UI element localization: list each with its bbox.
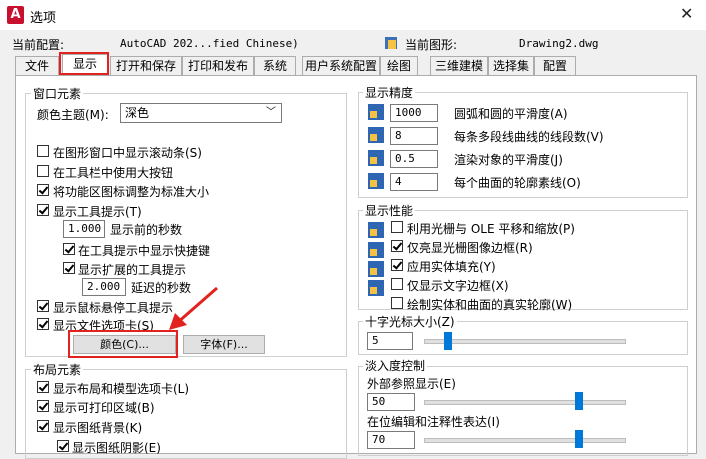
raster-ole-label: 利用光栅与 OLE 平移和缩放(P) bbox=[407, 222, 575, 236]
contour-lines-input[interactable]: 4 bbox=[390, 173, 438, 191]
current-profile-label: 当前配置: bbox=[12, 38, 65, 52]
text-frame-icon bbox=[368, 280, 384, 296]
large-buttons-label: 在工具栏中使用大按钮 bbox=[53, 166, 174, 180]
display-performance-title: 显示性能 bbox=[363, 202, 416, 219]
solid-fill-checkbox[interactable] bbox=[391, 259, 403, 271]
xref-fade-slider-track[interactable] bbox=[424, 400, 626, 405]
large-buttons-checkbox[interactable] bbox=[37, 165, 49, 177]
tab-plot-publish[interactable]: 打印和发布 bbox=[182, 56, 254, 75]
raster-ole-checkbox[interactable] bbox=[391, 221, 403, 233]
paper-background-label: 显示图纸背景(K) bbox=[53, 421, 143, 435]
tab-profiles[interactable]: 配置 bbox=[534, 56, 576, 75]
xref-fade-label: 外部参照显示(E) bbox=[367, 377, 456, 391]
raster-frame-icon bbox=[368, 242, 384, 258]
inplace-fade-slider-thumb[interactable] bbox=[575, 430, 583, 448]
current-profile-value: AutoCAD 202...fied Chinese) bbox=[120, 37, 299, 50]
inplace-fade-input[interactable]: 70 bbox=[367, 431, 415, 449]
printable-area-label: 显示可打印区域(B) bbox=[53, 401, 155, 415]
color-theme-label: 颜色主题(M): bbox=[37, 108, 109, 122]
ribbon-icons-label: 将功能区图标调整为标准大小 bbox=[53, 185, 210, 199]
contour-lines-label: 每个曲面的轮廓素线(O) bbox=[454, 176, 581, 190]
paper-shadow-label: 显示图纸阴影(E) bbox=[72, 441, 161, 455]
inplace-fade-label: 在位编辑和注释性表达(I) bbox=[367, 415, 500, 429]
polyline-segments-icon bbox=[368, 127, 384, 143]
true-silhouette-label: 绘制实体和曲面的真实轮廓(W) bbox=[407, 298, 573, 312]
arc-smoothness-label: 圆弧和圆的平滑度(A) bbox=[454, 107, 568, 121]
tooltips-label: 显示工具提示(T) bbox=[53, 205, 142, 219]
rollover-tooltips-checkbox[interactable] bbox=[37, 300, 49, 312]
tab-3d-modeling[interactable]: 三维建模 bbox=[430, 56, 488, 75]
extended-delay-input[interactable]: 2.000 bbox=[82, 278, 126, 296]
arc-smoothness-input[interactable]: 1000 bbox=[390, 104, 438, 122]
file-tabs-checkbox[interactable] bbox=[37, 318, 49, 330]
render-smoothness-icon bbox=[368, 150, 384, 166]
contour-lines-icon bbox=[368, 173, 384, 189]
text-frame-label: 仅显示文字边框(X) bbox=[407, 279, 509, 293]
polyline-segments-label: 每条多段线曲线的线段数(V) bbox=[454, 130, 604, 144]
display-resolution-title: 显示精度 bbox=[363, 84, 416, 101]
chevron-down-icon: ﹀ bbox=[266, 107, 276, 118]
polyline-segments-input[interactable]: 8 bbox=[390, 127, 438, 145]
tab-files[interactable]: 文件 bbox=[15, 56, 59, 75]
extended-tooltips-checkbox[interactable] bbox=[63, 262, 75, 274]
tab-open-save[interactable]: 打开和保存 bbox=[110, 56, 182, 75]
colors-button-highlight bbox=[68, 330, 178, 358]
crosshair-slider-thumb[interactable] bbox=[444, 332, 452, 350]
inplace-fade-slider-track[interactable] bbox=[424, 438, 626, 443]
paper-shadow-checkbox[interactable] bbox=[57, 440, 69, 452]
solid-fill-icon bbox=[368, 261, 384, 277]
scrollbars-checkbox[interactable] bbox=[37, 145, 49, 157]
window-title: 选项 bbox=[30, 11, 57, 26]
solid-fill-label: 应用实体填充(Y) bbox=[407, 260, 496, 274]
text-frame-checkbox[interactable] bbox=[391, 278, 403, 290]
autocad-logo-icon: A bbox=[7, 6, 24, 24]
tooltip-delay-input[interactable]: 1.000 bbox=[63, 220, 105, 238]
tab-system[interactable]: 系统 bbox=[254, 56, 296, 75]
layout-model-tabs-label: 显示布局和模型选项卡(L) bbox=[53, 382, 190, 396]
raster-frame-label: 仅亮显光栅图像边框(R) bbox=[407, 241, 533, 255]
extended-tooltips-label: 显示扩展的工具提示 bbox=[78, 263, 187, 277]
title-bar bbox=[0, 0, 706, 30]
layout-model-tabs-checkbox[interactable] bbox=[37, 381, 49, 393]
xref-fade-input[interactable]: 50 bbox=[367, 393, 415, 411]
ribbon-icons-checkbox[interactable] bbox=[37, 184, 49, 196]
shortcut-keys-checkbox[interactable] bbox=[63, 243, 75, 255]
true-silhouette-checkbox[interactable] bbox=[391, 297, 403, 309]
raster-ole-icon bbox=[368, 222, 384, 238]
rollover-tooltips-label: 显示鼠标悬停工具提示 bbox=[53, 301, 174, 315]
paper-background-checkbox[interactable] bbox=[37, 420, 49, 432]
color-theme-value: 深色 bbox=[125, 106, 150, 120]
annotation-arrow-icon bbox=[169, 286, 218, 330]
current-drawing-value: Drawing2.dwg bbox=[519, 37, 599, 50]
tooltip-delay-label: 显示前的秒数 bbox=[110, 223, 183, 237]
printable-area-checkbox[interactable] bbox=[37, 400, 49, 412]
close-icon[interactable]: ✕ bbox=[680, 4, 693, 23]
fade-control-title: 淡入度控制 bbox=[363, 357, 428, 374]
crosshair-size-input[interactable]: 5 bbox=[367, 332, 413, 350]
arc-smoothness-icon bbox=[368, 104, 384, 120]
xref-fade-slider-thumb[interactable] bbox=[575, 392, 583, 410]
render-smoothness-input[interactable]: 0.5 bbox=[390, 150, 438, 168]
tooltips-checkbox[interactable] bbox=[37, 204, 49, 216]
layout-elements-title: 布局元素 bbox=[31, 361, 84, 378]
raster-frame-checkbox[interactable] bbox=[391, 240, 403, 252]
tab-highlight-box bbox=[59, 52, 109, 75]
render-smoothness-label: 渲染对象的平滑度(J) bbox=[454, 153, 563, 167]
tab-user-preferences[interactable]: 用户系统配置 bbox=[302, 56, 380, 75]
shortcut-keys-label: 在工具提示中显示快捷键 bbox=[78, 244, 211, 258]
window-elements-title: 窗口元素 bbox=[31, 85, 84, 102]
tab-selection[interactable]: 选择集 bbox=[488, 56, 534, 75]
drawing-file-icon bbox=[385, 37, 397, 49]
current-drawing-label: 当前图形: bbox=[405, 38, 458, 52]
crosshair-slider-track[interactable] bbox=[424, 339, 626, 344]
fonts-button[interactable]: 字体(F)... bbox=[183, 335, 265, 354]
scrollbars-label: 在图形窗口中显示滚动条(S) bbox=[53, 146, 202, 160]
tab-drafting[interactable]: 绘图 bbox=[380, 56, 418, 75]
color-theme-select[interactable]: 深色 ﹀ bbox=[120, 103, 282, 123]
crosshair-size-title: 十字光标大小(Z) bbox=[363, 313, 457, 330]
